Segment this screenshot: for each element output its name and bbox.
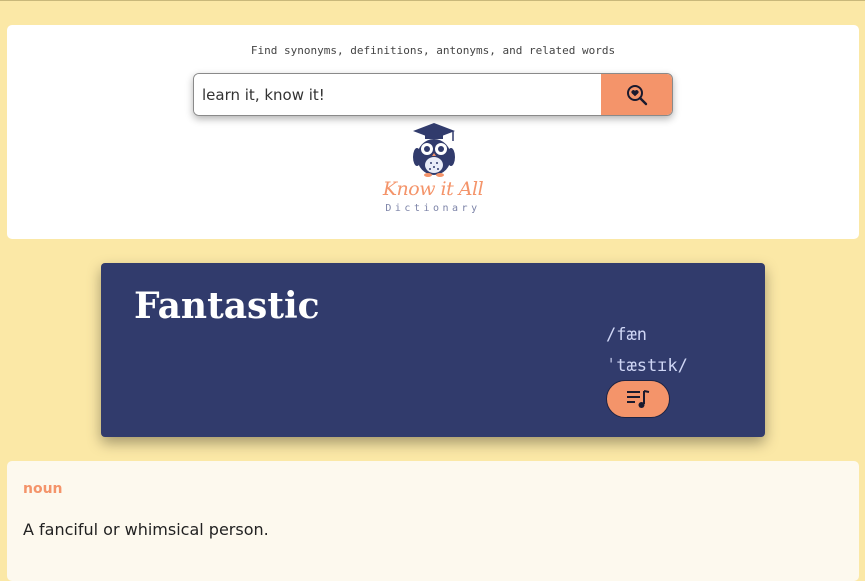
search-input[interactable] [194, 74, 601, 115]
word-card: Fantastic /fæn ˈtæstɪk/ [101, 263, 765, 437]
owl-graduate-icon [413, 123, 455, 177]
phonetic: /fæn ˈtæstɪk/ [606, 320, 716, 382]
definition-card: noun A fanciful or whimsical person. [7, 461, 859, 581]
phonetic-line-2: ˈtæstɪk/ [606, 356, 688, 376]
search-bar [193, 73, 673, 116]
search-button[interactable] [601, 74, 672, 115]
heart-magnifier-icon [626, 84, 647, 105]
part-of-speech: noun [23, 481, 63, 497]
logo-subtitle: Dictionary [385, 203, 481, 214]
logo-title: Know it All [382, 178, 484, 200]
top-border [0, 0, 865, 1]
play-audio-button[interactable] [606, 380, 670, 418]
definition-text: A fanciful or whimsical person. [23, 520, 269, 539]
tagline: Find synonyms, definitions, antonyms, an… [250, 44, 616, 57]
word-title: Fantastic [134, 285, 320, 327]
phonetic-line-1: /fæn [606, 325, 647, 345]
playlist-music-icon [627, 390, 650, 408]
header-card: Find synonyms, definitions, antonyms, an… [7, 25, 859, 239]
